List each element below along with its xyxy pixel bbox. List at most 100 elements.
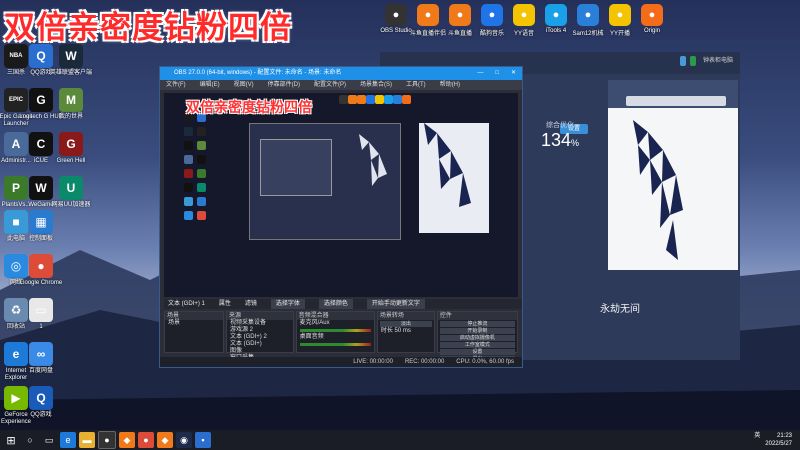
- source-item[interactable]: 图像: [227, 348, 293, 355]
- desktop-shortcut[interactable]: ∞ 百度网盘: [19, 342, 63, 375]
- desktop-shortcut-label: 百度网盘: [28, 368, 53, 374]
- transition-type-select[interactable]: 淡出: [379, 321, 432, 327]
- obs-menubar: 文件(F) 编辑(E) 视图(V) 停靠部件(D) 配置文件(P) 场景集合(S) 工具(T…: [160, 80, 522, 90]
- file-explorer-icon[interactable]: ▬: [79, 432, 95, 448]
- obs-menu-item[interactable]: 配置文件(P): [314, 80, 346, 90]
- language-indicator[interactable]: 英: [754, 433, 760, 439]
- system-tray[interactable]: 英 21:23 2022/5/27: [754, 432, 792, 448]
- top-app-shortcut[interactable]: ● Sam12机械: [570, 4, 606, 37]
- obs-menu-item[interactable]: 停靠部件(D): [268, 80, 300, 90]
- source-item[interactable]: 游戏源 2: [227, 327, 293, 334]
- close-icon[interactable]: ✕: [511, 67, 516, 80]
- active-source-name: 文本 (GDI+) 1: [168, 301, 205, 307]
- source-toolbar-button[interactable]: 开始手动更新文字: [366, 299, 425, 309]
- control-button[interactable]: 开始录制: [439, 328, 515, 334]
- scene-item[interactable]: 场景: [165, 320, 223, 327]
- top-app-shortcut[interactable]: ● Origin: [634, 4, 670, 34]
- desktop-shortcut[interactable]: W 英雄联盟客户端: [49, 44, 93, 77]
- preview-desktop-icon: [197, 127, 206, 136]
- source-item[interactable]: 视频采集设备: [227, 320, 293, 327]
- obs-taskbar-icon[interactable]: ●: [98, 431, 116, 449]
- windows-start-icon[interactable]: ⊞: [3, 432, 19, 448]
- top-app-shortcut[interactable]: ● iTools 4: [538, 4, 574, 34]
- desktop-shortcut[interactable]: Q QQ游戏: [19, 386, 63, 419]
- stat-value: 134: [540, 130, 572, 150]
- checkered-flag-graphic: [633, 120, 683, 260]
- yy-live-icon: ●: [609, 4, 631, 26]
- control-button[interactable]: 设置: [439, 349, 515, 355]
- control-button[interactable]: 停止推流: [439, 321, 515, 327]
- douyu2-taskbar-icon[interactable]: ◆: [157, 432, 173, 448]
- control-button[interactable]: 工作室模式: [439, 342, 515, 348]
- chrome-taskbar-icon[interactable]: ●: [138, 432, 154, 448]
- obs-preview[interactable]: 双倍亲密度钻粉四倍: [164, 93, 518, 297]
- obs-menu-item[interactable]: 视图(V): [234, 80, 254, 90]
- desktop-shortcut[interactable]: ● Google Chrome: [19, 254, 63, 287]
- top-app-shortcut[interactable]: ● 酷狗音乐: [474, 4, 510, 37]
- source-item[interactable]: 文本 (GDI+): [227, 341, 293, 348]
- lol-icon: W: [59, 44, 83, 68]
- mic-level-meter[interactable]: [299, 329, 371, 332]
- shortcut-label: 斗鱼直播: [447, 31, 472, 37]
- maximize-icon[interactable]: □: [495, 67, 499, 80]
- top-app-shortcut[interactable]: ● YY开播: [602, 4, 638, 37]
- douyu-taskbar-icon[interactable]: ◆: [119, 432, 135, 448]
- obs-menu-item[interactable]: 文件(F): [166, 80, 186, 90]
- bg-game-title: 永劫无间: [600, 304, 640, 315]
- transitions-dock-title: 场景转场: [377, 312, 434, 320]
- source-toolbar-button[interactable]: 选择字体: [270, 299, 305, 309]
- top-app-shortcut[interactable]: ● 斗鱼直播: [442, 4, 478, 37]
- bg-pill-1[interactable]: [679, 56, 686, 66]
- shortcut-label: YY语音: [513, 31, 534, 37]
- sources-dock-title: 来源: [226, 312, 293, 320]
- bg-pill-3[interactable]: 钟表柜电脑: [700, 56, 736, 66]
- obs-menu-item[interactable]: 工具(T): [406, 80, 426, 90]
- obs-menu-item[interactable]: 帮助(H): [440, 80, 460, 90]
- obs-menu-item[interactable]: 编辑(E): [200, 80, 220, 90]
- duration-label: 时长: [380, 328, 393, 334]
- minimize-icon[interactable]: —: [477, 67, 483, 80]
- itools-icon: ●: [545, 4, 567, 26]
- bg-pill-2[interactable]: [689, 56, 696, 66]
- preview-desktop-icon: [184, 169, 193, 178]
- duration-input[interactable]: 50 ms: [395, 328, 411, 334]
- edge-icon[interactable]: e: [60, 432, 76, 448]
- window-controls: — □ ✕: [477, 67, 516, 80]
- obs-menu-item[interactable]: 场景集合(S): [360, 80, 392, 90]
- origin-icon: ●: [641, 4, 663, 26]
- top-app-shortcut[interactable]: ● OBS Studio: [378, 4, 414, 34]
- obs-statusbar: LIVE: 00:00:00 REC: 00:00:00 CPU: 0.0%, 60…: [160, 357, 522, 367]
- top-app-shortcut[interactable]: ● YY语音: [506, 4, 542, 37]
- desktop-shortcut[interactable]: M 我的世界: [49, 88, 93, 121]
- mixer-dock: 音频混合器 麦克风/Aux 桌面音频: [295, 311, 375, 353]
- transitions-dock: 场景转场 淡出 时长 50 ms: [376, 311, 435, 353]
- clock-date: 2022/5/27: [765, 441, 792, 447]
- search-icon[interactable]: ○: [22, 432, 38, 448]
- optimization-stat: 综合优化 134%: [520, 120, 600, 151]
- source-toolbar-button[interactable]: 选择颜色: [318, 299, 353, 309]
- task-view-icon[interactable]: ▭: [41, 432, 57, 448]
- source-toolbar-button[interactable]: 滤镜: [245, 299, 257, 309]
- preview-desktop-icon: [197, 169, 206, 178]
- app-taskbar-icon[interactable]: ▪: [195, 432, 211, 448]
- preview-top-icons: [339, 95, 509, 105]
- steam-taskbar-icon[interactable]: ◉: [176, 432, 192, 448]
- desktop-shortcut[interactable]: U 网易UU加速器: [49, 176, 93, 209]
- desktop-shortcut[interactable]: ▦ 控制面板: [19, 210, 63, 243]
- stat-label: 综合优化: [546, 122, 574, 129]
- browser-search-box[interactable]: [626, 96, 726, 106]
- preview-overlay-title: 双倍亲密度钻粉四倍: [186, 100, 312, 116]
- preview-desktop-icon: [184, 141, 193, 150]
- obs-icon: ●: [385, 4, 407, 26]
- desktop-shortcut[interactable]: ▭ 1: [19, 298, 63, 331]
- top-app-shortcut[interactable]: ● 斗鱼直播伴侣: [410, 4, 446, 37]
- desktop-level-meter[interactable]: [299, 343, 371, 346]
- desktop-shortcut[interactable]: G Green Hell: [49, 132, 93, 165]
- source-toolbar-button[interactable]: 属性: [219, 299, 231, 309]
- control-button[interactable]: 启动虚拟摄像机: [439, 335, 515, 341]
- preview-desktop-icon: [197, 183, 206, 192]
- scenes-dock-title: 场景: [165, 312, 223, 320]
- controls-dock: 控件 停止推流开始录制启动虚拟摄像机工作室模式设置退出: [436, 311, 518, 362]
- source-item[interactable]: 文本 (GDI+) 2: [227, 334, 293, 341]
- sam-icon: ●: [577, 4, 599, 26]
